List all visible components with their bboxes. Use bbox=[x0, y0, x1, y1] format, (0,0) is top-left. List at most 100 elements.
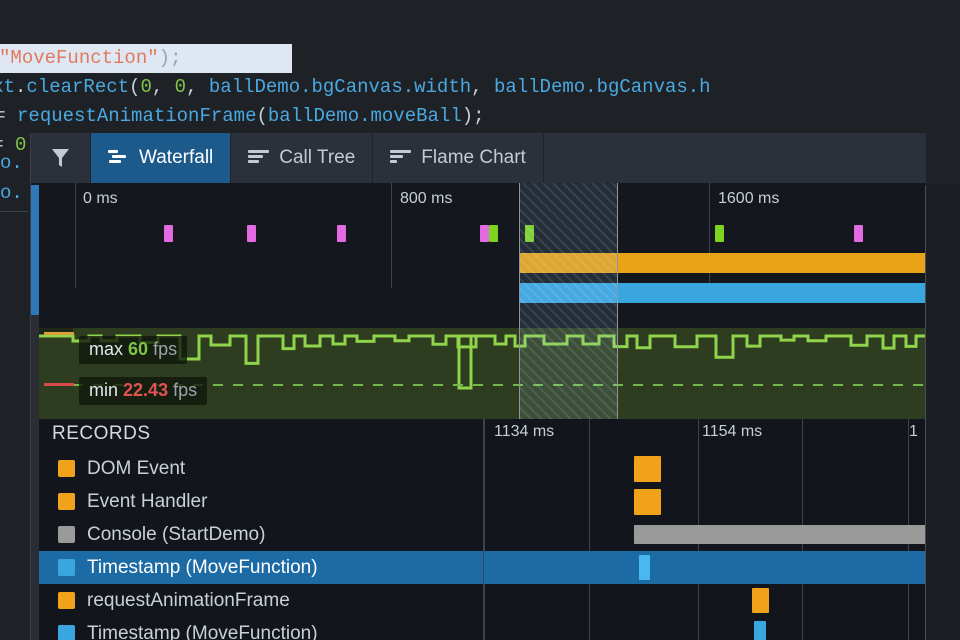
fps-min-prefix: min bbox=[89, 380, 119, 400]
performance-panel: Waterfall Call Tree Flame Chart 0 ms 800 ms… bbox=[30, 133, 926, 640]
code-line: ntext.clearRect(0, 0, ballDemo.bgCanvas.… bbox=[0, 73, 960, 102]
record-label: DOM Event bbox=[87, 457, 186, 479]
record-bar[interactable] bbox=[634, 489, 661, 515]
fps-graph: max 60 fps min 22.43 fps bbox=[31, 328, 926, 419]
record-bar[interactable] bbox=[634, 456, 661, 482]
record-label: Console (StartDemo) bbox=[87, 523, 266, 545]
fps-max-tick bbox=[44, 332, 74, 335]
code-fragment-left-1: o. bbox=[0, 152, 23, 174]
flame-chart-bars-icon bbox=[390, 150, 412, 166]
timeline-marker bbox=[854, 225, 863, 242]
scrollbar-thumb[interactable] bbox=[31, 185, 39, 315]
record-lane[interactable] bbox=[484, 584, 926, 617]
code-token: , bbox=[151, 76, 175, 98]
overview-time-ruler[interactable]: 0 ms 800 ms 1600 ms bbox=[31, 183, 926, 288]
record-lane[interactable] bbox=[484, 617, 926, 640]
record-label: Timestamp (MoveFunction) bbox=[87, 622, 318, 640]
tab-label: Call Tree bbox=[279, 147, 356, 168]
record-color-swatch bbox=[58, 493, 75, 510]
record-row[interactable]: DOM Event bbox=[31, 452, 483, 485]
timeline-overview[interactable]: 0 ms 800 ms 1600 ms max 60 fps min 22.43 f… bbox=[31, 183, 926, 419]
records-list: RECORDS DOM Event Event Handler Console (S… bbox=[31, 419, 483, 640]
timeline-marker bbox=[337, 225, 346, 242]
record-row[interactable]: Event Handler bbox=[31, 485, 483, 518]
record-row[interactable]: Timestamp (MoveFunction) bbox=[31, 617, 483, 640]
code-token: clearRect bbox=[26, 76, 130, 98]
code-token: requestAnimationFrame bbox=[17, 105, 257, 127]
record-label: Timestamp (MoveFunction) bbox=[87, 556, 318, 578]
fps-max-prefix: max bbox=[89, 339, 124, 359]
tab-flame-chart[interactable]: Flame Chart bbox=[373, 133, 543, 183]
scripting-bar bbox=[519, 253, 926, 273]
code-token: ( bbox=[256, 105, 268, 127]
record-bar[interactable] bbox=[634, 525, 926, 544]
overview-frame-bars bbox=[31, 253, 926, 303]
record-row[interactable]: Console (StartDemo) bbox=[31, 518, 483, 551]
record-lane[interactable] bbox=[484, 551, 926, 584]
code-token: ) bbox=[158, 47, 171, 69]
funnel-icon bbox=[51, 148, 70, 169]
code-divider bbox=[0, 211, 28, 212]
fps-max-unit: fps bbox=[153, 339, 178, 359]
code-token: ) bbox=[461, 105, 474, 127]
timeline-marker bbox=[525, 225, 534, 242]
code-token: "MoveFunction" bbox=[0, 47, 159, 69]
code-token: ; bbox=[473, 105, 485, 127]
code-token: ballDemo.moveBall bbox=[267, 105, 462, 127]
ruler-label: 0 ms bbox=[83, 190, 118, 207]
record-color-swatch bbox=[58, 559, 75, 576]
records-ruler-label: 1154 ms bbox=[702, 423, 763, 440]
timeline-marker bbox=[489, 225, 498, 242]
panel-vertical-scrollbar[interactable] bbox=[31, 185, 39, 640]
fps-min-badge: min 22.43 fps bbox=[79, 377, 208, 405]
rendering-bar bbox=[519, 283, 926, 303]
code-token: ballDemo.bgCanvas.width bbox=[208, 76, 472, 98]
record-lane[interactable] bbox=[484, 485, 926, 518]
record-color-swatch bbox=[58, 592, 75, 609]
record-lane[interactable] bbox=[484, 518, 926, 551]
tabs-container: Waterfall Call Tree Flame Chart bbox=[91, 133, 544, 183]
filter-button[interactable] bbox=[31, 133, 90, 183]
code-token: = bbox=[0, 105, 17, 127]
panel-right-gutter bbox=[925, 185, 960, 640]
record-row[interactable]: requestAnimationFrame bbox=[31, 584, 483, 617]
fps-min-tick bbox=[44, 383, 74, 386]
timeline-marker bbox=[480, 225, 489, 242]
record-label: requestAnimationFrame bbox=[87, 589, 290, 611]
waterfall-bars-icon bbox=[108, 150, 130, 166]
records-title: RECORDS bbox=[52, 423, 151, 444]
records-ruler-label: 1 bbox=[909, 423, 918, 440]
code-token: 0 bbox=[174, 76, 187, 98]
code-token: ; bbox=[170, 47, 182, 69]
record-row[interactable]: Timestamp (MoveFunction) bbox=[31, 551, 483, 584]
code-line: tamp("MoveFunction"); bbox=[0, 44, 292, 73]
code-token: . bbox=[15, 76, 27, 98]
code-token: ( bbox=[129, 76, 141, 98]
tab-label: Flame Chart bbox=[421, 147, 526, 168]
records-section: RECORDS DOM Event Event Handler Console (S… bbox=[31, 419, 926, 640]
fps-max-badge: max 60 fps bbox=[79, 336, 188, 364]
code-token: ballDemo.bgCanvas.h bbox=[493, 76, 711, 98]
code-token: ntext bbox=[0, 76, 16, 98]
record-lane[interactable] bbox=[484, 452, 926, 485]
fps-min-unit: fps bbox=[173, 380, 198, 400]
ruler-label: 1600 ms bbox=[718, 190, 780, 207]
panel-toolbar: Waterfall Call Tree Flame Chart bbox=[31, 133, 926, 183]
record-color-swatch bbox=[58, 625, 75, 640]
overview-marker-band bbox=[31, 219, 926, 249]
records-ruler-label: 1134 ms bbox=[494, 423, 555, 440]
record-color-swatch bbox=[58, 460, 75, 477]
record-bar[interactable] bbox=[754, 621, 766, 640]
records-timeline[interactable]: 1134 ms 1154 ms 1 bbox=[483, 419, 926, 640]
record-bar[interactable] bbox=[639, 555, 650, 580]
record-bar[interactable] bbox=[752, 588, 769, 613]
code-fragment-left-2: o. bbox=[0, 182, 23, 204]
ruler-label: 800 ms bbox=[400, 190, 453, 207]
call-tree-bars-icon bbox=[248, 150, 270, 166]
tab-call-tree[interactable]: Call Tree bbox=[231, 133, 372, 183]
tab-label: Waterfall bbox=[139, 147, 214, 168]
timeline-marker bbox=[247, 225, 256, 242]
tab-waterfall[interactable]: Waterfall bbox=[91, 133, 231, 183]
editor-right-strip bbox=[925, 133, 960, 185]
